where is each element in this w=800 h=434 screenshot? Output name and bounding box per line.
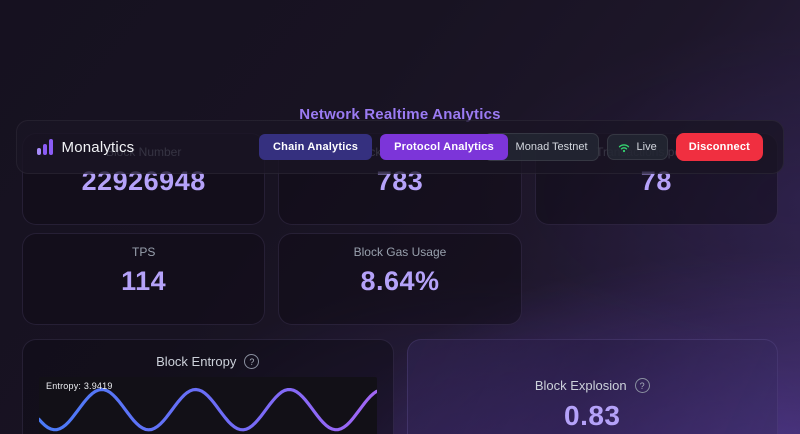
block-entropy-panel: Block Entropy ? Entropy: 3.9419 [22,339,394,434]
help-icon[interactable]: ? [244,354,259,369]
explosion-panel-header: Block Explosion ? [535,378,650,393]
stat-value: 114 [121,266,166,297]
help-icon[interactable]: ? [635,378,650,393]
stat-card-gas-usage: Block Gas Usage 8.64% [278,233,521,325]
protocol-analytics-button[interactable]: Protocol Analytics [380,134,508,160]
top-navbar: Monalytics Chain Analytics Protocol Anal… [16,120,784,174]
entropy-current-value: Entropy: 3.9419 [46,381,113,391]
disconnect-button[interactable]: Disconnect [676,133,763,161]
chain-analytics-button[interactable]: Chain Analytics [259,134,372,160]
wifi-icon [618,142,630,153]
entropy-panel-header: Block Entropy ? [39,354,377,369]
live-status-badge: Live [607,134,668,160]
entropy-panel-title: Block Entropy [156,354,236,369]
stat-value: 8.64% [360,266,439,297]
stat-label: TPS [132,245,155,259]
explosion-value: 0.83 [564,400,621,432]
live-badge-label: Live [637,141,657,153]
brand: Monalytics [37,139,134,156]
stat-label: Block Gas Usage [354,245,447,259]
bottom-panels: Block Entropy ? Entropy: 3.9419 [22,339,778,434]
block-explosion-panel: Block Explosion ? 0.83 [407,339,779,434]
entropy-chart: Entropy: 3.9419 [39,377,377,434]
bar-chart-logo-icon [37,139,53,155]
brand-name: Monalytics [62,139,135,156]
navbar-right: Monad Testnet Live Disconnect [484,133,763,161]
network-chip-label: Monad Testnet [516,141,588,153]
explosion-panel-title: Block Explosion [535,378,627,393]
nav-tabs: Chain Analytics Protocol Analytics [259,134,508,160]
stat-card-tps: TPS 114 [22,233,265,325]
